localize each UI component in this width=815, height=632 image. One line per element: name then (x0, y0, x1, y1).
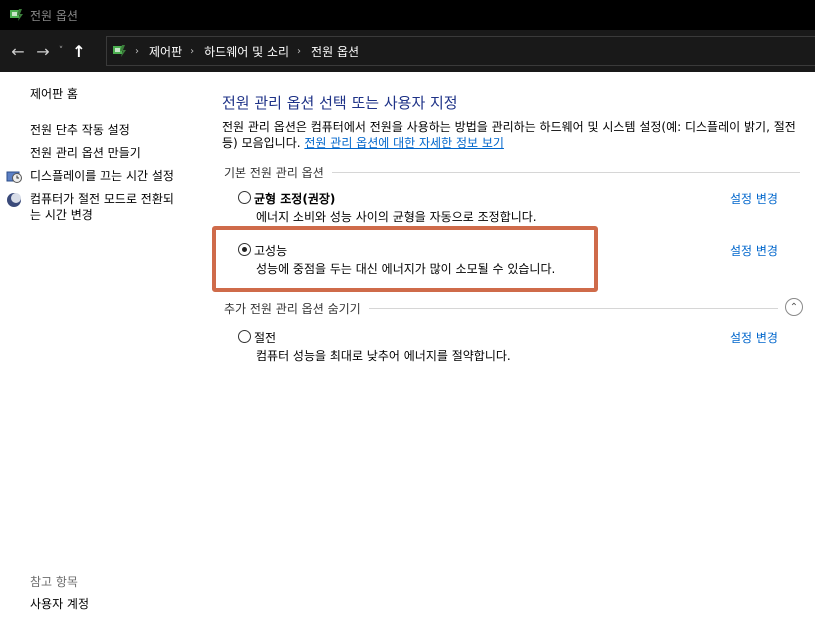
sidebar-sleep-link-line2[interactable]: 는 시간 변경 (30, 207, 93, 223)
page-title: 전원 관리 옵션 선택 또는 사용자 지정 (222, 94, 458, 112)
breadcrumb-separator: › (297, 45, 302, 57)
divider (331, 172, 800, 173)
plan-power-saver-change-link[interactable]: 설정 변경 (730, 329, 778, 346)
divider (368, 308, 778, 309)
plan-balanced-radio[interactable] (238, 191, 251, 204)
plan-balanced-change-link[interactable]: 설정 변경 (730, 190, 778, 207)
sidebar-power-button-link[interactable]: 전원 단추 작동 설정 (30, 122, 130, 138)
breadcrumb-separator: › (135, 45, 139, 57)
plan-balanced-name[interactable]: 균형 조정(권장) (254, 190, 335, 207)
basic-plans-header: 기본 전원 관리 옵션 (224, 164, 800, 181)
plan-power-saver-radio[interactable] (238, 330, 251, 343)
plan-balanced-description: 에너지 소비와 성능 사이의 균형을 자동으로 조정합니다. (256, 210, 537, 224)
more-plans-header[interactable]: 추가 전원 관리 옵션 숨기기 (224, 300, 800, 317)
sidebar-home-link[interactable]: 제어판 홈 (30, 86, 78, 102)
plan-power-saver-description: 컴퓨터 성능을 최대로 낮추어 에너지를 절약합니다. (256, 349, 511, 363)
moon-icon (7, 193, 21, 207)
breadcrumb-separator: › (190, 45, 195, 57)
plan-power-saver-name[interactable]: 절전 (254, 329, 276, 346)
page-description: 전원 관리 옵션은 컴퓨터에서 전원을 사용하는 방법을 관리하는 하드웨어 및… (222, 119, 802, 151)
more-info-link[interactable]: 전원 관리 옵션에 대한 자세한 정보 보기 (304, 136, 504, 150)
collapse-chevron-icon[interactable]: ⌃ (785, 298, 803, 316)
power-options-icon (10, 9, 23, 21)
breadcrumb-hardware-sound[interactable]: 하드웨어 및 소리 (204, 43, 289, 60)
back-button[interactable]: ← (4, 42, 32, 61)
display-clock-icon (6, 171, 22, 183)
control-panel-icon (113, 45, 126, 57)
sidebar: 제어판 홈 전원 단추 작동 설정 전원 관리 옵션 만들기 디스플레이를 끄는… (0, 72, 200, 632)
more-plans-title[interactable]: 추가 전원 관리 옵션 숨기기 (224, 300, 361, 317)
sidebar-create-plan-link[interactable]: 전원 관리 옵션 만들기 (30, 145, 141, 161)
breadcrumb-control-panel[interactable]: 제어판 (149, 43, 182, 60)
see-also-title: 참고 항목 (30, 575, 78, 589)
forward-button[interactable]: → (32, 42, 54, 61)
window-title: 전원 옵션 (30, 8, 78, 23)
plan-high-performance-change-link[interactable]: 설정 변경 (730, 242, 778, 259)
sidebar-sleep-link-line1[interactable]: 컴퓨터가 절전 모드로 전환되 (30, 191, 174, 207)
recent-locations-button[interactable]: ˅ (54, 46, 68, 56)
sidebar-display-off-link[interactable]: 디스플레이를 끄는 시간 설정 (30, 168, 174, 184)
sidebar-user-accounts-link[interactable]: 사용자 계정 (30, 596, 89, 612)
breadcrumb-power-options[interactable]: 전원 옵션 (311, 43, 359, 60)
navigation-bar: ← → ˅ ↑ › 제어판 › 하드웨어 및 소리 › 전원 옵션 (0, 30, 815, 72)
address-bar[interactable]: › 제어판 › 하드웨어 및 소리 › 전원 옵션 (106, 36, 815, 66)
title-bar: 전원 옵션 (0, 0, 815, 30)
highlight-box (212, 226, 598, 292)
basic-plans-title: 기본 전원 관리 옵션 (224, 166, 324, 180)
up-button[interactable]: ↑ (68, 42, 90, 61)
